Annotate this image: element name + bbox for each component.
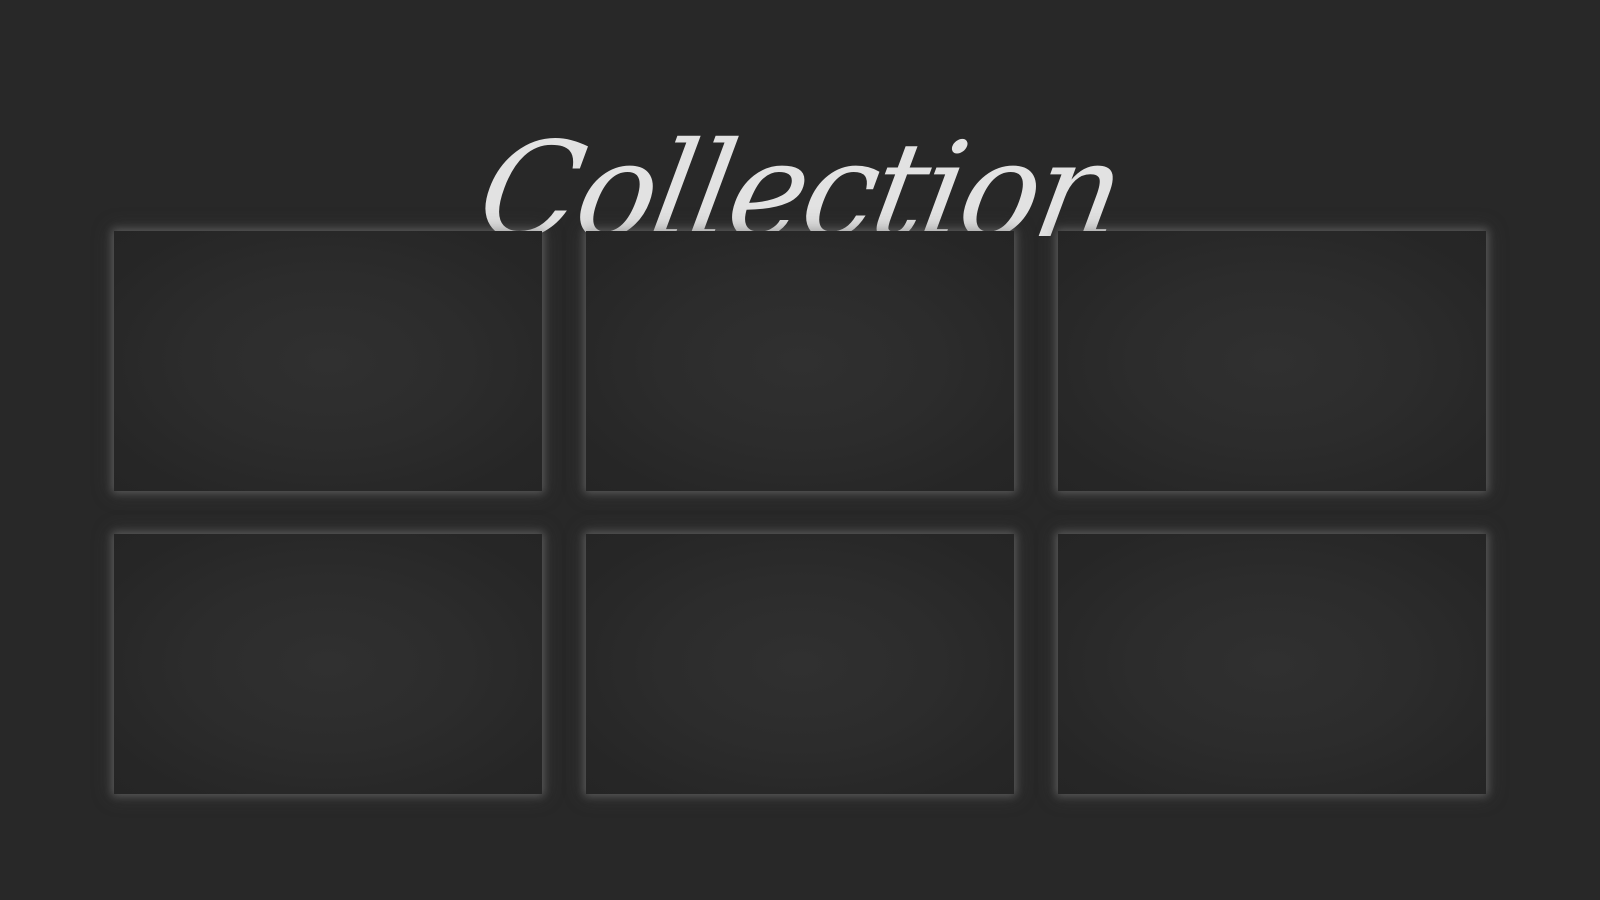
collection-grid [114, 231, 1486, 794]
collection-card-2[interactable] [586, 231, 1014, 491]
collection-card-6[interactable] [1058, 534, 1486, 794]
collection-card-1[interactable] [114, 231, 542, 491]
collection-card-5[interactable] [586, 534, 1014, 794]
collection-card-3[interactable] [1058, 231, 1486, 491]
collection-page: Collection [0, 0, 1600, 900]
collection-card-4[interactable] [114, 534, 542, 794]
